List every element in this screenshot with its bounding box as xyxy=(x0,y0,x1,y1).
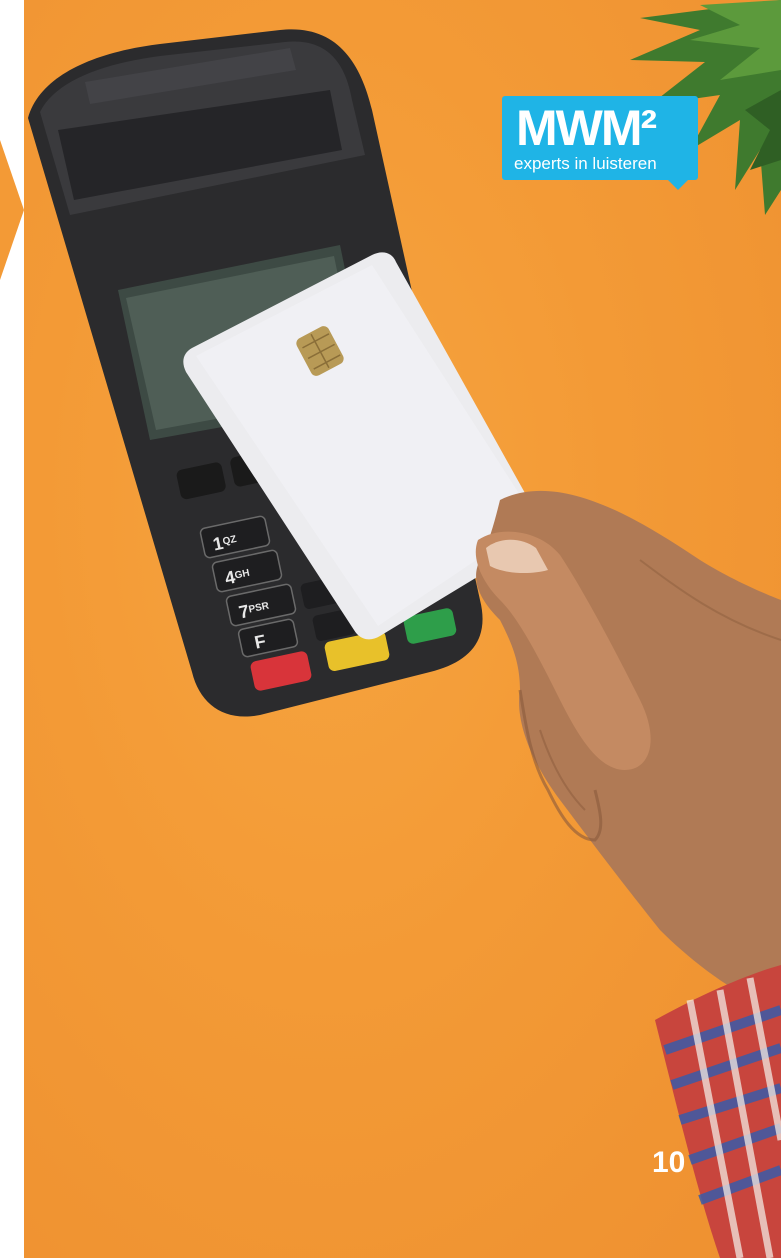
photo-illustration: 1QZ 4GH 7PSR F xyxy=(28,0,781,1258)
hand xyxy=(475,490,781,1010)
logo-tagline: experts in luisteren xyxy=(514,154,657,173)
brand-logo: MWM² experts in luisteren xyxy=(502,96,698,190)
logo-wordmark: MWM² xyxy=(516,100,657,156)
page-number: 10 xyxy=(652,1146,686,1179)
logo-speech-tail xyxy=(668,180,688,190)
page: 1QZ 4GH 7PSR F MWM² experts in luisteren… xyxy=(0,0,781,1258)
shirt-cuff xyxy=(655,965,781,1258)
